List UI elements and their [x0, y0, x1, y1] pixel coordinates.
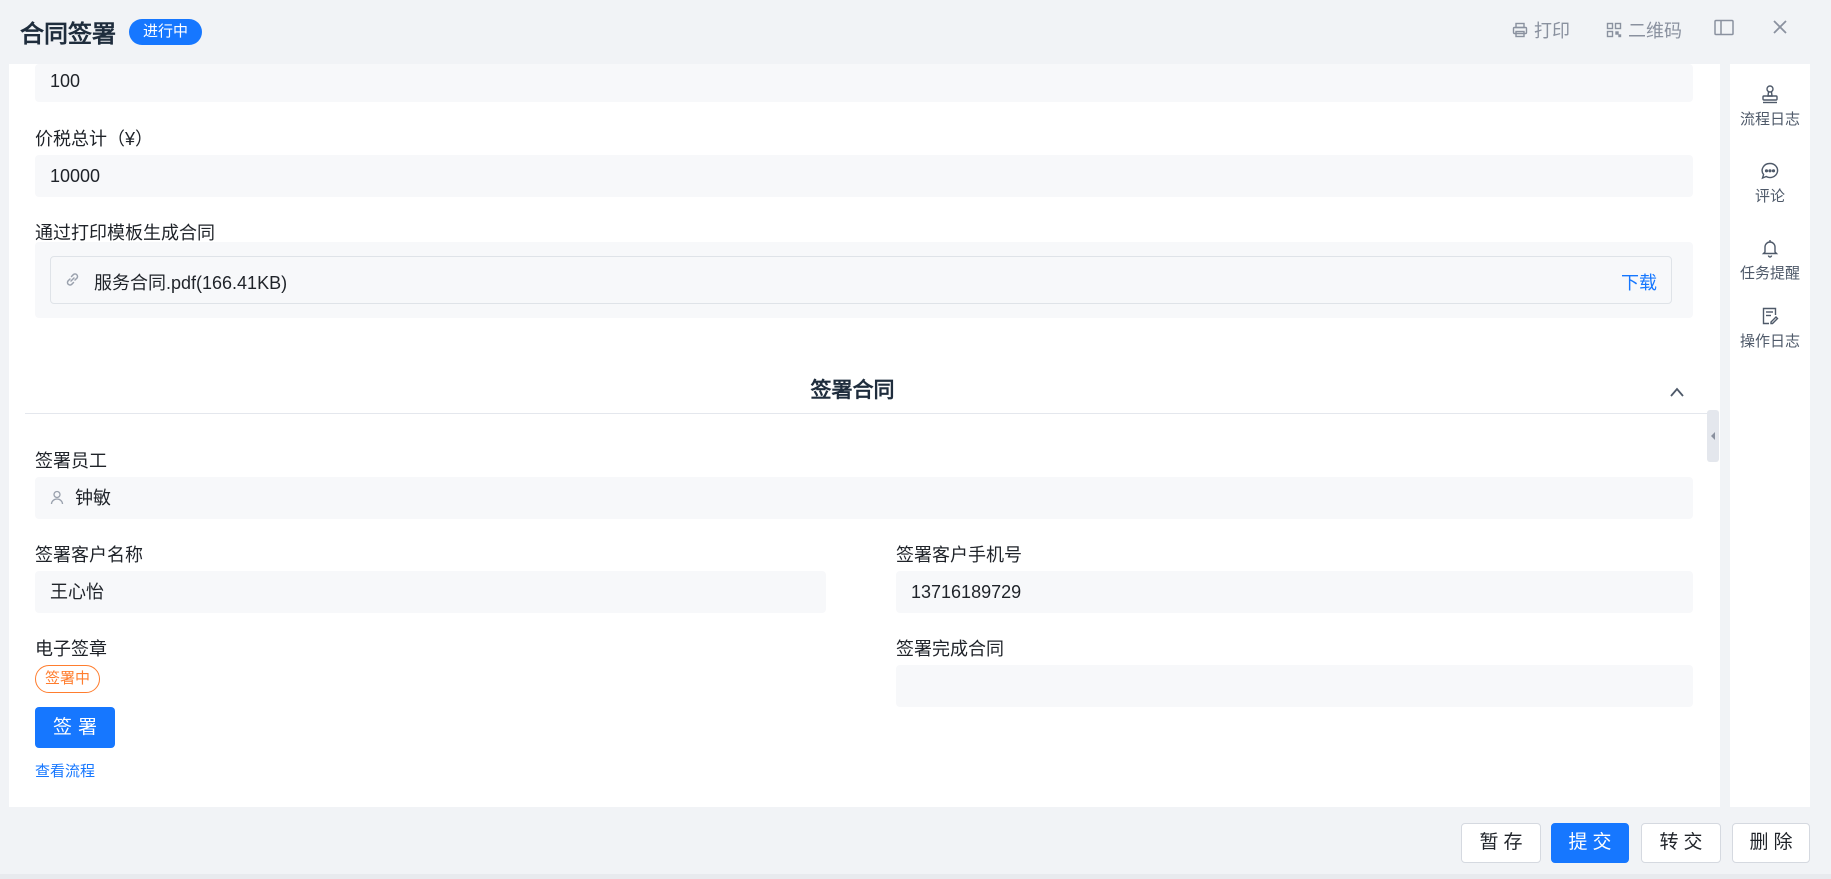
sidebar-item-process-log[interactable]: 流程日志: [1730, 84, 1810, 129]
seal-label: 电子签章: [35, 639, 107, 659]
employee-name: 钟敏: [75, 488, 111, 508]
employee-field[interactable]: 钟敏: [35, 477, 1693, 519]
link-icon: [66, 273, 79, 286]
sidebar-item-label: 流程日志: [1739, 111, 1800, 128]
attachment-item[interactable]: 服务合同.pdf(166.41KB) 下载: [50, 256, 1672, 304]
sidebar-item-label: 任务提醒: [1739, 265, 1800, 282]
close-icon: [1773, 20, 1787, 34]
signing-status-tag: 签署中: [35, 665, 101, 693]
customer-name-label: 签署客户名称: [35, 545, 143, 565]
sidebar-item-label: 评论: [1754, 188, 1785, 205]
print-label: 打印: [1534, 21, 1570, 41]
attachment-name[interactable]: 服务合同.pdf(166.41KB): [94, 269, 287, 295]
caret-left-icon: [1711, 432, 1715, 440]
status-badge: 进行中: [129, 19, 203, 45]
completed-contract-field[interactable]: [896, 665, 1693, 707]
chevron-up-icon[interactable]: [1669, 386, 1685, 398]
section-divider: [25, 413, 1713, 414]
sidebar-item-comments[interactable]: 评论: [1730, 161, 1810, 206]
submit-button[interactable]: 提交: [1551, 823, 1629, 863]
sidebar-item-operation-log[interactable]: 操作日志: [1730, 306, 1810, 351]
qrcode-button[interactable]: 二维码: [1606, 17, 1682, 43]
employee-label: 签署员工: [35, 451, 107, 471]
completed-contract-label: 签署完成合同: [896, 639, 1004, 659]
bell-icon: [1761, 240, 1779, 258]
sign-button[interactable]: 签署: [35, 707, 115, 748]
download-link[interactable]: 下载: [1621, 269, 1657, 295]
customer-name-field[interactable]: 王心怡: [35, 571, 826, 613]
delete-button[interactable]: 删除: [1732, 823, 1810, 863]
stamp-icon: [1762, 85, 1778, 104]
transfer-button[interactable]: 转交: [1641, 823, 1721, 863]
sidebar-collapse-handle[interactable]: [1707, 410, 1719, 462]
sidebar-item-task-reminder[interactable]: 任务提醒: [1730, 238, 1810, 283]
qrcode-icon: [1606, 22, 1622, 38]
qrcode-label: 二维码: [1628, 21, 1682, 41]
customer-phone-field[interactable]: 13716189729: [896, 571, 1693, 613]
bottom-strip: [0, 874, 1831, 879]
comment-icon: [1761, 162, 1779, 180]
view-flow-link[interactable]: 查看流程: [35, 760, 95, 781]
form-panel: 100 价税总计（¥） 10000 通过打印模板生成合同 服务合同.pdf(16…: [9, 64, 1720, 807]
page-title: 合同签署: [20, 21, 116, 48]
log-icon: [1762, 307, 1779, 325]
header-bar: 合同签署 进行中 打印 二维码: [0, 0, 1831, 64]
printer-icon: [1512, 22, 1528, 38]
customer-phone-label: 签署客户手机号: [896, 545, 1022, 565]
split-view-button[interactable]: [1714, 19, 1740, 36]
attachment-container: 服务合同.pdf(166.41KB) 下载: [35, 242, 1693, 318]
close-button[interactable]: [1772, 19, 1794, 35]
sidebar-item-label: 操作日志: [1739, 333, 1800, 350]
total-field[interactable]: 10000: [35, 155, 1693, 197]
section-title: 签署合同: [810, 379, 895, 402]
save-draft-button[interactable]: 暂存: [1461, 823, 1541, 863]
total-label: 价税总计（¥）: [35, 129, 154, 149]
user-icon: [50, 490, 64, 505]
print-button[interactable]: 打印: [1512, 17, 1570, 43]
quantity-field[interactable]: 100: [35, 64, 1693, 102]
split-panel-icon: [1714, 19, 1734, 36]
right-sidebar: 流程日志 评论 任务提醒 操作日志: [1730, 64, 1810, 807]
